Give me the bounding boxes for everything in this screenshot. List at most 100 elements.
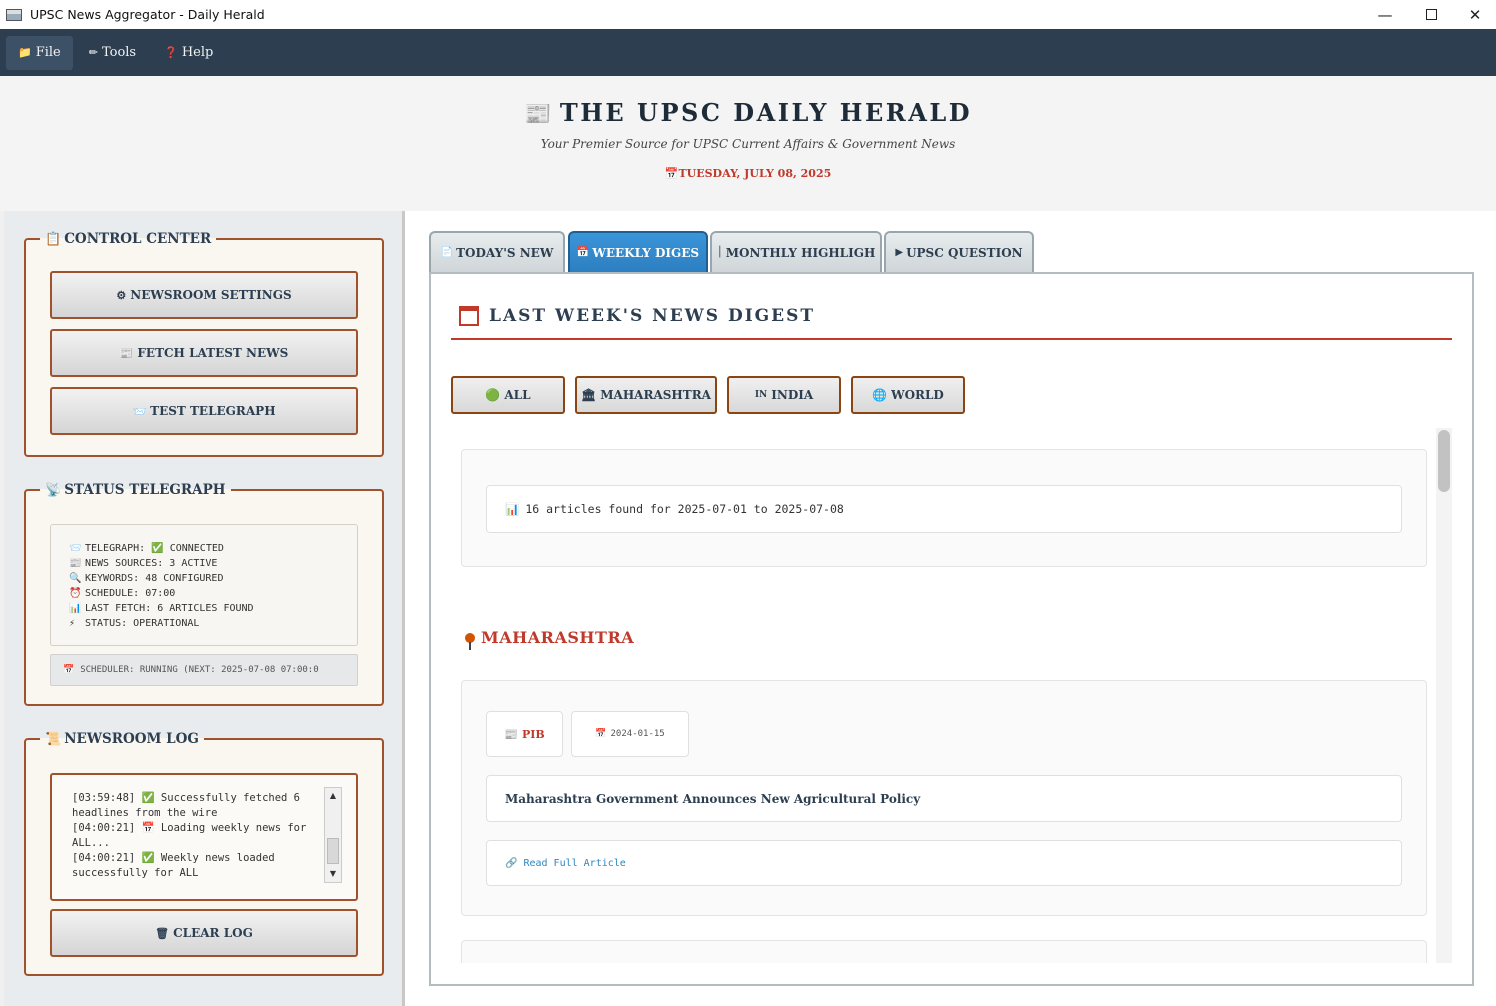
left-panel: 📋 CONTROL CENTER ⚙ NEWSROOM SETTINGS 📰 FETC… — [4, 211, 402, 1006]
article-headline: Maharashtra Government Announces New Agr… — [505, 791, 921, 806]
tab-label: TODAY'S NEW — [456, 245, 554, 260]
status-telegraph-text: TELEGRAPH: ✅ CONNECTED — [85, 543, 224, 554]
tab-label: MONTHLY HIGHLIGH — [725, 245, 876, 260]
scroll-down-arrow-icon[interactable]: ▼ — [325, 866, 341, 882]
trash-icon: 🗑 — [155, 926, 170, 940]
minimize-button[interactable]: — — [1362, 0, 1408, 29]
scheduler-status: 📅 SCHEDULER: RUNNING (NEXT: 2025-07-08 07… — [50, 654, 358, 686]
log-scroll-thumb[interactable] — [327, 838, 339, 864]
status-last-fetch-text: LAST FETCH: 6 ARTICLES FOUND — [85, 603, 254, 614]
scroll-icon: 📜 — [45, 732, 62, 747]
newspaper-icon: 📰 — [119, 346, 134, 360]
status-keywords-text: KEYWORDS: 48 CONFIGURED — [85, 573, 224, 584]
date-badge: 📅 2024-01-15 — [571, 711, 689, 757]
calendar-icon: 📅 — [63, 665, 75, 675]
log-text: [03:59:48] ✅ Successfully fetched 6 head… — [72, 791, 314, 881]
maximize-button[interactable] — [1408, 0, 1454, 29]
summary-count-text: 16 articles found for 2025-07-01 to 2025… — [525, 502, 844, 516]
building-icon: 🏛 — [581, 388, 597, 402]
newsroom-settings-button[interactable]: ⚙ NEWSROOM SETTINGS — [50, 271, 358, 319]
newsroom-log-title: 📜 NEWSROOM LOG — [40, 731, 204, 747]
log-entry: [04:00:21] ✅ Weekly news loaded successf… — [72, 852, 275, 879]
tab-weekly-digest[interactable]: 📅 WEEKLY DIGES — [568, 231, 708, 272]
menu-help-label: Help — [181, 45, 214, 60]
filter-label: INDIA — [771, 388, 814, 402]
maximize-icon — [1425, 9, 1437, 20]
article-card — [461, 940, 1427, 963]
filter-world-button[interactable]: 🌐 WORLD — [851, 376, 965, 414]
news-scrollbar[interactable] — [1436, 428, 1452, 963]
gear-icon: ⚙ — [116, 288, 127, 302]
menu-file[interactable]: 📁 File — [6, 35, 73, 70]
masthead: 📰 THE UPSC DAILY HERALD Your Premier Sour… — [0, 76, 1496, 211]
status-line-schedule: ⏰ SCHEDULE: 07:00 — [69, 586, 357, 601]
tab-monthly-highlights[interactable]: │ MONTHLY HIGHLIGH — [710, 231, 882, 272]
filter-label: MAHARASHTRA — [600, 388, 711, 402]
newspaper-icon: 📰 — [523, 101, 554, 127]
control-center-title-text: CONTROL CENTER — [64, 231, 212, 247]
headline-box: Maharashtra Government Announces New Agr… — [486, 775, 1402, 822]
title-bar: UPSC News Aggregator - Daily Herald — ✕ — [0, 0, 1496, 29]
paper-title-text: THE UPSC DAILY HERALD — [559, 98, 973, 127]
status-sources-text: NEWS SOURCES: 3 ACTIVE — [85, 558, 218, 569]
menu-file-label: File — [35, 45, 61, 60]
status-telegraph-group: 📡 STATUS TELEGRAPH 📨 TELEGRAPH: ✅ CONNECTE… — [24, 482, 384, 706]
pencil-icon: ✏ — [88, 46, 98, 59]
bar-chart-icon: 📊 — [69, 603, 82, 614]
tab-label: WEEKLY DIGES — [592, 245, 700, 260]
region-heading: MAHARASHTRA — [465, 628, 634, 650]
calendar-icon: 📅 — [664, 167, 679, 180]
green-circle-icon: 🟢 — [485, 388, 501, 402]
envelope-icon: 📨 — [132, 404, 147, 418]
masthead-date-text: TUESDAY, JULY 08, 2025 — [678, 167, 832, 180]
filter-india-button[interactable]: IN INDIA — [727, 376, 841, 414]
scroll-up-arrow-icon[interactable]: ▲ — [325, 788, 341, 804]
log-entry: [03:59:48] ✅ Successfully fetched 6 head… — [72, 792, 301, 819]
test-telegraph-button[interactable]: 📨 TEST TELEGRAPH — [50, 387, 358, 435]
tab-todays-news[interactable]: 📄 TODAY'S NEW — [429, 231, 565, 272]
log-entry: [04:00:21] 📅 Loading weekly news for ALL… — [72, 822, 307, 849]
log-scrollbar[interactable]: ▲ ▼ — [324, 787, 342, 883]
status-schedule-text: SCHEDULE: 07:00 — [85, 588, 176, 599]
tab-upsc-questions[interactable]: ▶ UPSC QUESTION — [884, 231, 1034, 272]
news-scroll-area[interactable]: 📊 16 articles found for 2025-07-01 to 202… — [461, 428, 1451, 963]
status-line-keywords: 🔍 KEYWORDS: 48 CONFIGURED — [69, 571, 357, 586]
bar-chart-icon: 📊 — [505, 502, 520, 516]
log-textbox[interactable]: [03:59:48] ✅ Successfully fetched 6 head… — [50, 773, 358, 901]
control-center-title: 📋 CONTROL CENTER — [40, 231, 216, 247]
scheduler-text: SCHEDULER: RUNNING (NEXT: 2025-07-08 07:… — [80, 665, 319, 675]
window-title: UPSC News Aggregator - Daily Herald — [30, 7, 265, 22]
source-text: PIB — [521, 727, 545, 741]
newspaper-icon: 📰 — [69, 558, 82, 569]
globe-icon: 🌐 — [872, 388, 888, 402]
title-divider — [451, 338, 1452, 340]
link-icon: 🔗 — [505, 857, 518, 869]
magnifier-icon: 🔍 — [69, 573, 82, 584]
menu-help[interactable]: ❓ Help — [152, 36, 225, 70]
satellite-icon: 📡 — [45, 483, 62, 498]
menu-tools[interactable]: ✏ Tools — [77, 36, 148, 70]
status-operational-text: STATUS: OPERATIONAL — [85, 618, 200, 629]
test-telegraph-label: TEST TELEGRAPH — [150, 404, 276, 418]
filter-all-button[interactable]: 🟢 ALL — [451, 376, 565, 414]
status-line-sources: 📰 NEWS SOURCES: 3 ACTIVE — [69, 556, 357, 571]
india-flag-icon: IN — [754, 390, 768, 400]
filter-maharashtra-button[interactable]: 🏛 MAHARASHTRA — [575, 376, 717, 414]
filter-label: ALL — [504, 388, 531, 402]
close-button[interactable]: ✕ — [1452, 0, 1496, 29]
read-full-article-link[interactable]: 🔗 Read Full Article — [505, 858, 626, 869]
menu-tools-label: Tools — [101, 45, 137, 60]
envelope-icon: 📨 — [69, 543, 82, 554]
clear-log-button[interactable]: 🗑 CLEAR LOG — [50, 909, 358, 957]
question-icon: ❓ — [164, 46, 178, 59]
fetch-latest-news-button[interactable]: 📰 FETCH LATEST NEWS — [50, 329, 358, 377]
news-scroll-thumb[interactable] — [1438, 430, 1450, 492]
link-box: 🔗 Read Full Article — [486, 840, 1402, 886]
newsroom-settings-label: NEWSROOM SETTINGS — [130, 288, 292, 302]
digest-title-text: LAST WEEK'S NEWS DIGEST — [489, 306, 816, 326]
newspaper-icon: 📰 — [504, 727, 518, 741]
menu-bar: 📁 File ✏ Tools ❓ Help — [0, 29, 1496, 76]
date-text: 2024-01-15 — [610, 729, 665, 739]
article-card: 📰 PIB 📅 2024-01-15 Maharashtra Government … — [461, 680, 1427, 916]
control-center-group: 📋 CONTROL CENTER ⚙ NEWSROOM SETTINGS 📰 FETC… — [24, 231, 384, 457]
